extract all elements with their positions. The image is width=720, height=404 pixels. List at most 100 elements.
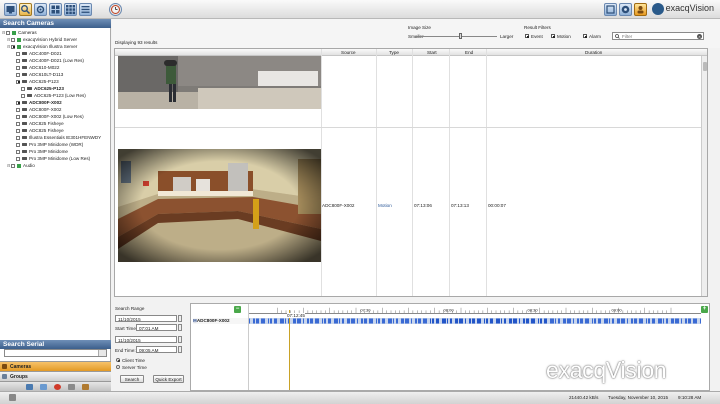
tree-item[interactable]: ⊟ Audio [7,162,35,169]
tree-checkbox[interactable] [16,100,20,105]
tree-item[interactable]: ADC800F-X002 (Low Res) [12,113,84,120]
nav-cameras-tab[interactable]: Cameras [0,361,111,371]
result-thumbnail[interactable] [118,149,321,262]
tree-item-label: ADC400F-D021 [29,50,62,56]
clock-icon[interactable] [109,3,122,16]
tree-item[interactable]: Pro 3MP Minidome (Low Res) [12,155,90,162]
tree-item[interactable]: ADC825 Fisheye [12,120,64,127]
end-time-field[interactable]: 09:05 AM [136,346,177,353]
serial-input[interactable] [4,349,107,357]
tree-item[interactable]: ADC825 Fisheye [12,127,64,134]
motion-segment [693,318,697,324]
cases-icon[interactable] [82,384,89,390]
tree-checkbox[interactable] [16,107,20,112]
tree-checkbox[interactable] [16,135,20,140]
tree-checkbox[interactable] [16,72,20,77]
tree-checkbox[interactable] [21,93,25,98]
live-view-icon[interactable] [4,3,17,16]
result-thumbnail[interactable] [118,56,321,109]
start-time-field[interactable]: 07:01 AM [136,324,177,331]
timeline-ruler[interactable]: 07:30 08:00 08:30 09:00 [249,306,701,314]
zoom-out-icon[interactable]: − [234,306,241,313]
tree-item[interactable]: Illustra Essentials IE301HFENWDY [12,134,101,141]
end-date-dropdown[interactable] [178,336,182,343]
list-view-icon[interactable] [79,3,92,16]
server-time-radio[interactable] [116,365,120,369]
results-scrollbar[interactable] [701,56,707,296]
end-date-field[interactable]: 11/10/2015 [115,336,177,343]
tree-checkbox[interactable] [16,156,20,161]
alarms-icon[interactable] [54,384,61,390]
fullscreen-icon[interactable] [604,3,617,16]
tree-checkbox[interactable] [16,65,20,70]
motion-checkbox[interactable] [551,34,555,38]
start-time-spinner[interactable] [178,324,182,331]
chevron-down-icon[interactable] [98,350,106,356]
col-end[interactable]: End [465,50,473,55]
tree-checkbox[interactable] [16,114,20,119]
tree-item[interactable]: ADC610LT-D113 [12,71,63,78]
motion-segment [472,318,475,324]
col-type[interactable]: Type [389,50,399,55]
quick-export-button[interactable]: Quick Export [153,375,184,383]
maps-icon[interactable] [68,384,75,390]
zoom-in-icon[interactable]: + [701,306,708,313]
tree-item[interactable]: ADC400F-D021 [12,50,62,57]
alarm-checkbox[interactable] [583,34,587,38]
tree-checkbox[interactable] [16,121,20,126]
tree-item[interactable]: ADC400F-D021 (Low Res) [12,57,84,64]
tree-checkbox[interactable] [11,44,15,49]
cell-type[interactable]: Motion [378,203,392,208]
tree-checkbox[interactable] [16,142,20,147]
account-icon[interactable] [634,3,647,16]
col-source[interactable]: Source [341,50,356,55]
nav-groups-tab[interactable]: Groups [0,371,111,381]
event-checkbox[interactable] [525,34,529,38]
filter-input[interactable]: Filter × [612,32,704,40]
tiles-3x3-icon[interactable] [64,3,77,16]
tree-checkbox[interactable] [16,128,20,133]
col-duration[interactable]: Duration [585,50,602,55]
tree-checkbox[interactable] [11,37,15,42]
tree-item[interactable]: ADC625-P123 [17,85,64,92]
clear-icon[interactable]: × [697,34,702,39]
image-size-slider-thumb[interactable] [458,33,462,39]
tree-checkbox[interactable] [11,163,15,168]
image-size-slider[interactable] [415,36,497,37]
tree-checkbox[interactable] [21,86,25,91]
tree-checkbox[interactable] [16,79,20,84]
help-icon[interactable] [619,3,632,16]
layouts-icon[interactable] [26,384,33,390]
tree-checkbox[interactable] [6,30,10,35]
tree-item[interactable]: ADC625-P123 (Low Res) [17,92,86,99]
motion-segment [671,318,674,324]
tree-checkbox[interactable] [16,51,20,56]
start-date-dropdown[interactable] [178,315,182,322]
tree-checkbox[interactable] [16,58,20,63]
timeline-cursor[interactable] [289,310,290,390]
col-start[interactable]: Start [427,50,437,55]
start-date-field[interactable]: 11/10/2015 [115,315,177,322]
tree-item[interactable]: ⊟ exacqVision Illustra Server [7,43,77,50]
tree-item-label: ADC625-P123 [29,78,59,84]
search-icon[interactable] [19,3,32,16]
tree-item[interactable]: ADC800F-X002 [12,99,62,106]
scrollbar-thumb[interactable] [703,62,707,71]
monitors-icon[interactable] [40,384,47,390]
tree-item[interactable]: ADC800F-X002 [12,106,61,113]
tree-item[interactable]: Pro 3MP Minidome (WDR) [12,141,83,148]
tree-item[interactable]: ⊟ Cameras [2,29,37,36]
tree-checkbox[interactable] [16,149,20,154]
search-button[interactable]: Search [120,375,144,383]
camera-icon [22,108,27,111]
tree-item[interactable]: ADC625-P123 [12,78,59,85]
tiles-2x2-icon[interactable] [49,3,62,16]
tree-item[interactable]: ⊟ exacqVision Hybrid Server [7,36,77,43]
motion-segment [648,318,650,324]
config-icon[interactable] [34,3,47,16]
timeline-motion-track[interactable] [249,318,701,324]
tree-item[interactable]: Pro 3MP Minidome [12,148,68,155]
end-time-spinner[interactable] [178,346,182,353]
client-time-radio[interactable] [116,358,120,362]
tree-item[interactable]: ADC610-M022 [12,64,59,71]
